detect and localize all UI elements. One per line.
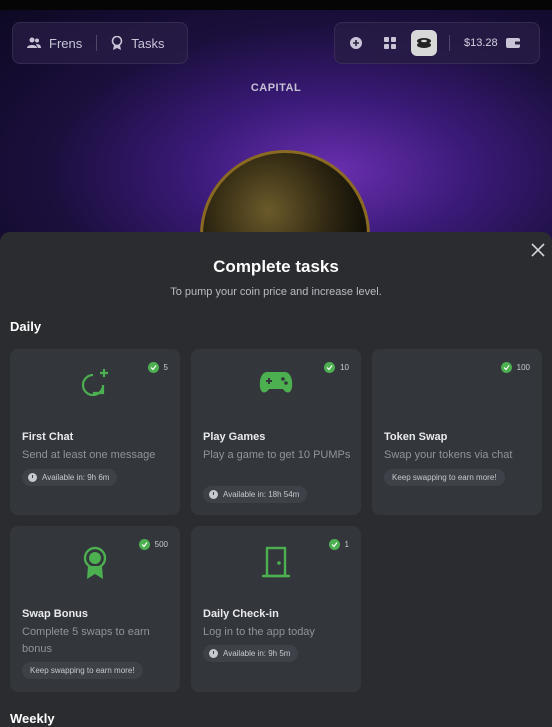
chat-button[interactable] (343, 30, 369, 56)
hero-banner: Frens Tasks $13.28 CAPITAL (0, 0, 552, 245)
task-description: Log in to the app today (203, 626, 315, 638)
check-icon (500, 362, 512, 373)
coin-image (200, 150, 370, 245)
task-icon (10, 546, 180, 580)
task-description: Swap your tokens via chat (384, 449, 513, 461)
door-icon (262, 546, 290, 578)
apps-button[interactable] (377, 30, 403, 56)
section-weekly: Weekly (10, 711, 55, 726)
status-chip: Keep swapping to earn more! (22, 662, 143, 679)
people-icon (27, 37, 41, 48)
nav-pill: Frens Tasks (12, 22, 188, 64)
app-screen: Frens Tasks $13.28 CAPITAL Complete task… (0, 0, 552, 727)
close-icon[interactable] (530, 242, 546, 258)
grid-icon (384, 37, 396, 49)
coins-icon (417, 38, 431, 48)
frens-label: Frens (49, 35, 83, 51)
balance-value: $13.28 (464, 37, 498, 49)
frens-nav-item[interactable]: Frens (13, 36, 96, 51)
task-title: First Chat (22, 431, 74, 443)
tasks-panel: Complete tasks To pump your coin price a… (0, 232, 552, 727)
medal-icon (111, 36, 123, 50)
task-title: Daily Check-in (203, 608, 279, 620)
task-title: Play Games (203, 431, 266, 443)
chat-plus-icon (81, 369, 108, 397)
section-daily: Daily (10, 319, 42, 334)
tasks-nav-item[interactable]: Tasks (97, 36, 178, 51)
wallet-balance[interactable]: $13.28 (464, 37, 520, 49)
gamepad-icon (259, 372, 293, 393)
top-bar (0, 0, 552, 10)
hero-title: CAPITAL (250, 82, 302, 94)
panel-subtitle: To pump your coin price and increase lev… (170, 286, 382, 298)
task-card-daily-check-in[interactable]: 1 Daily Check-in Log in to the app today… (191, 526, 361, 692)
panel-title: Complete tasks (213, 257, 339, 276)
availability-chip: Available in: 9h 5m (203, 645, 299, 662)
clock-icon (209, 649, 218, 658)
toolbar-divider (449, 35, 450, 51)
task-title: Swap Bonus (22, 608, 89, 620)
task-description: Send at least one message (22, 449, 156, 461)
task-description: Play a game to get 10 PUMPs (203, 449, 351, 461)
clock-icon (28, 473, 37, 482)
availability-text: Available in: 9h 6m (42, 473, 110, 482)
task-title: Token Swap (384, 431, 448, 443)
task-card-play-games[interactable]: 10 Play Games Play a game to get 10 PUMP… (191, 349, 361, 515)
tasks-label: Tasks (131, 35, 165, 51)
chat-plus-icon (350, 37, 362, 49)
task-card-first-chat[interactable]: 5 First Chat Send at least one message A… (10, 349, 180, 515)
task-icon (191, 546, 361, 578)
wallet-icon (505, 38, 520, 48)
reward-badge: 100 (500, 362, 530, 373)
availability-chip: Available in: 18h 54m (203, 486, 308, 503)
availability-chip: Available in: 9h 6m (22, 469, 118, 486)
task-icon (191, 369, 361, 395)
task-icon (10, 369, 180, 399)
task-card-token-swap[interactable]: 100 Token Swap Swap your tokens via chat… (372, 349, 542, 515)
toolbar-pill: $13.28 (334, 22, 540, 64)
coins-button[interactable] (411, 30, 437, 56)
task-card-swap-bonus[interactable]: 500 Swap Bonus Complete 5 swaps to earn … (10, 526, 180, 692)
reward-value: 100 (516, 363, 530, 372)
status-chip: Keep swapping to earn more! (384, 469, 505, 486)
medal-icon (83, 546, 107, 579)
clock-icon (209, 490, 218, 499)
task-description: Complete 5 swaps to earn bonus (22, 626, 150, 655)
availability-text: Available in: 18h 54m (223, 490, 300, 499)
availability-text: Available in: 9h 5m (223, 649, 291, 658)
